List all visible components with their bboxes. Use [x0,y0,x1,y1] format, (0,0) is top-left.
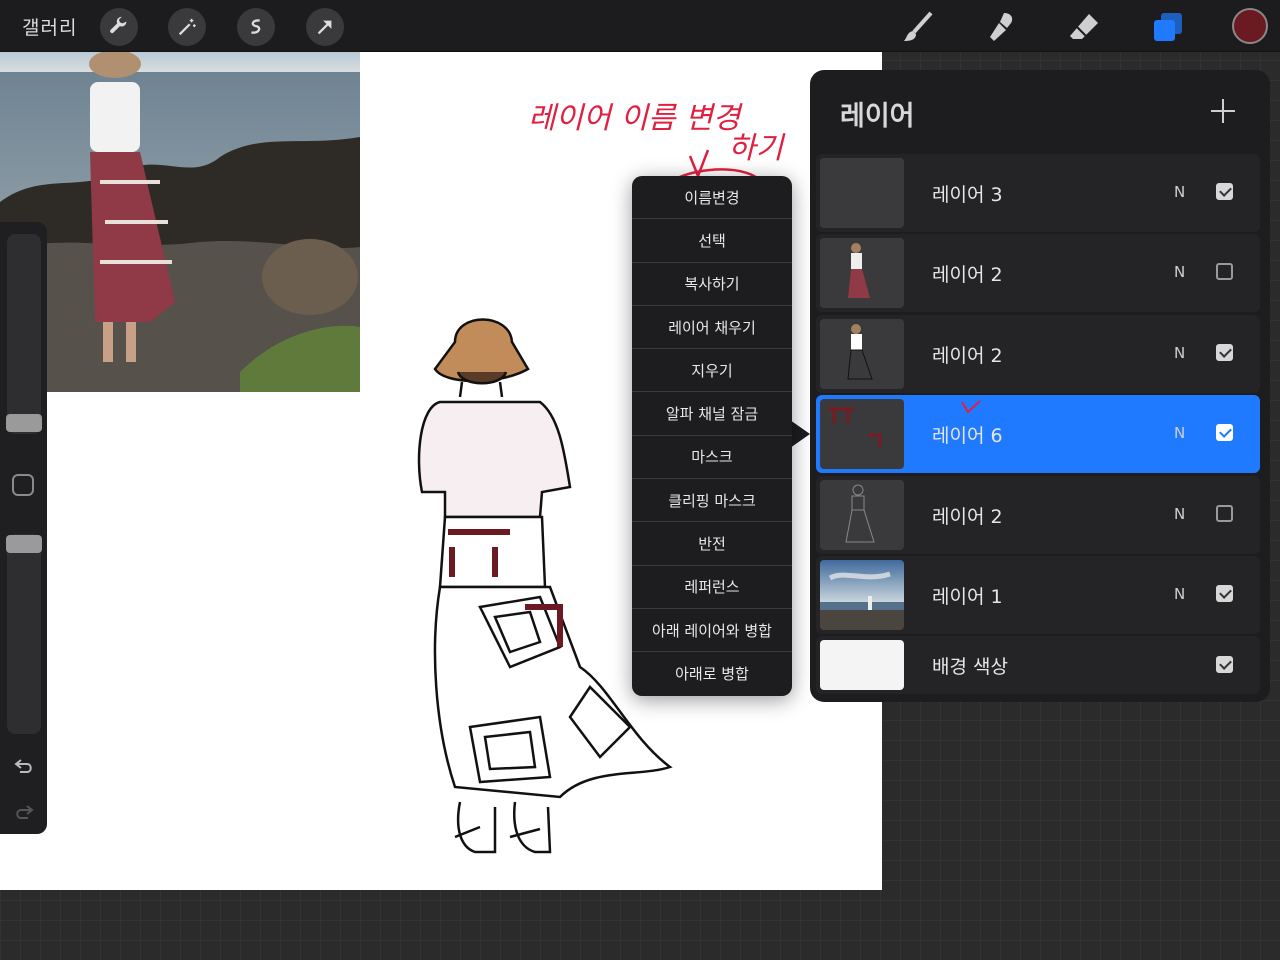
layer-name: 레이어 2 [932,264,1003,286]
redo-icon[interactable] [12,800,36,824]
visibility-checkbox[interactable] [1216,183,1233,200]
visibility-checkbox[interactable] [1216,424,1233,441]
menu-select[interactable]: 선택 [632,219,792,263]
background-color-swatch [820,640,904,690]
layer-thumbnail [820,560,904,630]
blend-mode-button[interactable]: N [1174,263,1185,281]
layer-row[interactable]: 레이어 2 N [816,234,1260,312]
layer-thumbnail [820,319,904,389]
eraser-icon[interactable] [1064,8,1104,46]
brush-size-slider[interactable] [7,234,41,434]
layer-name: 배경 색상 [932,656,1008,678]
layer-name: 레이어 2 [932,506,1003,528]
menu-combine-down[interactable]: 아래로 병합 [632,652,792,695]
layer-row-selected[interactable]: 레이어 6 N [816,395,1260,473]
reference-photo [0,52,360,392]
layer-row[interactable]: 레이어 3 N [816,154,1260,232]
menu-copy[interactable]: 복사하기 [632,263,792,306]
context-menu-pointer [790,420,810,448]
brush-icon[interactable] [898,8,938,46]
layer-options-menu: 이름변경 선택 복사하기 레이어 채우기 지우기 알파 채널 잠금 마스크 클리… [632,176,792,696]
background-layer-row[interactable]: 배경 색상 [816,636,1260,694]
magic-wand-icon[interactable] [168,8,206,46]
blend-mode-button[interactable]: N [1174,344,1185,362]
layer-thumbnail [820,158,904,228]
layers-icon[interactable] [1148,8,1188,46]
left-sidebar [0,222,47,834]
menu-mask[interactable]: 마스크 [632,436,792,480]
color-picker[interactable] [1232,8,1268,44]
check-mark-annotation [961,400,981,414]
modify-button[interactable] [12,474,34,496]
menu-clipping-mask[interactable]: 클리핑 마스크 [632,479,792,523]
blend-mode-button[interactable]: N [1174,424,1185,442]
blend-mode-button[interactable]: N [1174,505,1185,523]
menu-rename[interactable]: 이름변경 [632,176,792,220]
selection-icon[interactable] [237,8,275,46]
visibility-checkbox[interactable] [1216,505,1233,522]
transform-arrow-icon[interactable] [306,8,344,46]
blend-mode-button[interactable]: N [1174,585,1185,603]
smudge-icon[interactable] [981,8,1021,46]
layer-thumbnail [820,399,904,469]
undo-icon[interactable] [12,754,36,778]
menu-fill-layer[interactable]: 레이어 채우기 [632,306,792,350]
menu-merge-below[interactable]: 아래 레이어와 병합 [632,609,792,653]
layer-row[interactable]: 레이어 2 N [816,476,1260,554]
layer-row[interactable]: 레이어 2 N [816,315,1260,393]
visibility-checkbox[interactable] [1216,263,1233,280]
top-toolbar: 갤러리 [0,0,1280,52]
layers-panel: 레이어 레이어 3 N 레이어 2 N 레이어 2 N 레이어 6 N 레이어 … [810,70,1270,702]
opacity-thumb[interactable] [6,535,42,553]
add-layer-icon[interactable] [1208,96,1238,126]
opacity-slider[interactable] [7,534,41,734]
layer-row[interactable]: 레이어 1 N [816,556,1260,634]
menu-alpha-lock[interactable]: 알파 채널 잠금 [632,392,792,436]
layers-panel-title: 레이어 [840,101,915,132]
visibility-checkbox[interactable] [1216,656,1233,673]
menu-reference[interactable]: 레퍼런스 [632,566,792,609]
layer-thumbnail [820,238,904,308]
layer-name: 레이어 1 [932,586,1003,608]
visibility-checkbox[interactable] [1216,344,1233,361]
brush-size-thumb[interactable] [6,414,42,432]
wrench-icon[interactable] [100,8,138,46]
layer-name: 레이어 3 [932,184,1003,206]
layer-name: 레이어 6 [932,425,1003,447]
layer-name: 레이어 2 [932,345,1003,367]
gallery-button[interactable]: 갤러리 [22,13,77,40]
blend-mode-button[interactable]: N [1174,183,1185,201]
menu-clear[interactable]: 지우기 [632,349,792,393]
layer-thumbnail [820,480,904,550]
menu-invert[interactable]: 반전 [632,522,792,566]
visibility-checkbox[interactable] [1216,585,1233,602]
